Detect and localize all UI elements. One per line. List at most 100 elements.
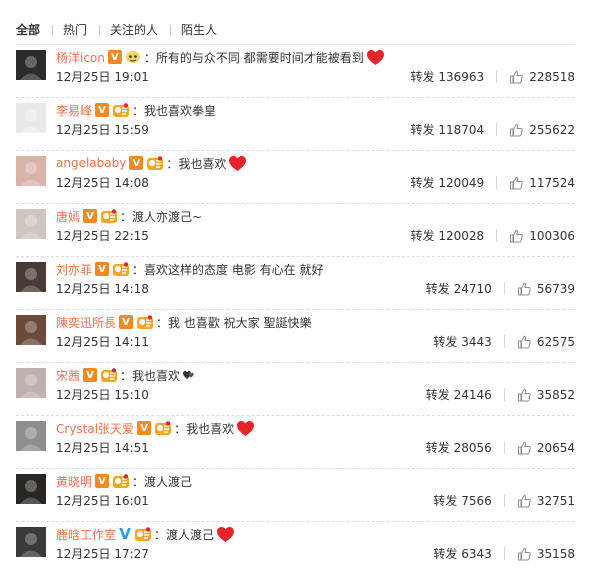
like-button[interactable]: 32751 — [517, 494, 575, 508]
like-count: 62575 — [536, 334, 575, 349]
repost-count: 120028 — [438, 229, 485, 243]
comment-item: 宋茜 V ：我也喜欢 12月25日 15:10 转发 24146 35852 — [16, 363, 575, 416]
repost-button[interactable]: 转发 6343 — [433, 545, 491, 562]
action-divider — [503, 494, 505, 507]
like-button[interactable]: 117524 — [509, 176, 575, 190]
comment-text: 我 也喜歡 祝大家 聖誕快樂 — [168, 315, 312, 330]
tab-all[interactable]: 全部 — [16, 23, 40, 37]
thumbs-up-icon — [517, 441, 531, 454]
comment-text: 所有的与众不同 都需要时间才能被看到 — [155, 50, 364, 65]
tab-following[interactable]: 关注的人 — [110, 23, 158, 37]
thumbs-up-icon — [517, 547, 531, 560]
verified-blue-icon: V — [119, 525, 131, 543]
avatar[interactable] — [16, 527, 46, 557]
comment-time: 12月25日 15:59 — [56, 123, 149, 137]
username-link[interactable]: 陳奕迅所長 — [56, 314, 116, 331]
avatar[interactable] — [16, 103, 46, 133]
username-link[interactable]: 宋茜 — [56, 367, 80, 384]
verified-orange-icon: V — [95, 474, 110, 488]
avatar[interactable] — [16, 50, 46, 80]
action-divider — [496, 123, 498, 136]
repost-button[interactable]: 转发 3443 — [433, 333, 491, 350]
comment-item: 唐嫣 V ：渡人亦渡己~ 12月25日 22:15 转发 120028 100306 — [16, 204, 575, 257]
avatar[interactable] — [16, 474, 46, 504]
username-link[interactable]: Crystal张天爱 — [56, 420, 134, 437]
username-link[interactable]: angelababy — [56, 156, 126, 170]
thumbs-up-icon — [510, 123, 523, 136]
thumbs-up-icon — [517, 388, 531, 401]
username-link[interactable]: 唐嫣 — [56, 208, 80, 225]
thumbs-up-icon — [517, 282, 531, 295]
repost-button[interactable]: 转发 7566 — [433, 492, 491, 509]
comment-item: 李易峰 V ：我也喜欢拳皇 12月25日 15:59 转发 118704 255622 — [16, 98, 575, 151]
like-button[interactable]: 62575 — [517, 335, 575, 349]
colon-separator: ： — [156, 315, 169, 330]
comment-time: 12月25日 14:18 — [56, 282, 149, 296]
comment-text: 渡人渡己 — [144, 474, 193, 489]
colon-separator: ： — [120, 368, 133, 383]
tab-hot[interactable]: 热门 — [63, 23, 87, 37]
username-link[interactable]: 杨洋icon — [56, 49, 105, 66]
action-divider — [503, 388, 505, 401]
comment-item: 黄晓明 V ：渡人渡己 12月25日 16:01 转发 7566 32751 — [16, 469, 575, 522]
avatar[interactable] — [16, 421, 46, 451]
like-count: 32751 — [536, 493, 575, 508]
comment-actions: 转发 28056 20654 — [426, 439, 575, 456]
like-button[interactable]: 255622 — [509, 123, 575, 137]
username-link[interactable]: 黄晓明 — [56, 473, 92, 490]
avatar[interactable] — [16, 368, 46, 398]
comment-time: 12月25日 14:11 — [56, 335, 149, 349]
comment-item: 杨洋icon V ：所有的与众不同 都需要时间才能被看到 12月25日 19:01 转发… — [16, 45, 575, 98]
comment-actions: 转发 7566 32751 — [433, 492, 575, 509]
repost-count: 6343 — [461, 547, 492, 561]
comment-list: 杨洋icon V：所有的与众不同 都需要时间才能被看到 12月25日 19:01 转发… — [16, 45, 575, 573]
red-heart-icon — [229, 155, 247, 171]
repost-button[interactable]: 转发 24710 — [426, 280, 492, 297]
colon-separator: ： — [166, 156, 179, 171]
avatar[interactable] — [16, 156, 46, 186]
red-heart-icon — [366, 49, 384, 65]
comment-text: 喜欢这样的态度 电影 有心在 就好 — [144, 262, 324, 277]
like-button[interactable]: 35158 — [517, 547, 575, 561]
repost-button[interactable]: 转发 120028 — [411, 227, 485, 244]
tab-divider — [99, 24, 101, 36]
action-divider — [503, 441, 505, 454]
repost-button[interactable]: 转发 136963 — [411, 68, 485, 85]
action-divider — [503, 282, 505, 295]
like-button[interactable]: 20654 — [517, 441, 575, 455]
comment-item: angelababy V ：我也喜欢 12月25日 14:08 转发 120049 117… — [16, 151, 575, 204]
avatar[interactable] — [16, 209, 46, 239]
repost-count: 24146 — [453, 388, 492, 402]
avatar[interactable] — [16, 315, 46, 345]
comment-body: 杨洋icon V ：所有的与众不同 都需要时间才能被看到 — [56, 48, 385, 66]
repost-label: 转发 — [410, 176, 435, 190]
colon-separator: ： — [120, 209, 133, 224]
thumbs-up-icon — [517, 494, 531, 507]
verified-orange-icon: V — [137, 421, 152, 435]
like-button[interactable]: 35852 — [517, 388, 575, 402]
verified-orange-icon: V — [107, 50, 122, 64]
verified-orange-icon: V — [83, 368, 98, 382]
comment-text: 渡人渡己 — [166, 527, 215, 542]
verified-orange-icon: V — [129, 156, 144, 170]
tab-strangers[interactable]: 陌生人 — [181, 23, 217, 37]
username-link[interactable]: 李易峰 — [56, 102, 92, 119]
comment-body: 刘亦菲 V ：喜欢这样的态度 电影 有心在 就好 — [56, 260, 323, 278]
repost-button[interactable]: 转发 24146 — [426, 386, 492, 403]
like-button[interactable]: 100306 — [509, 229, 575, 243]
like-button[interactable]: 56739 — [517, 282, 575, 296]
repost-count: 120049 — [438, 176, 485, 190]
avatar[interactable] — [16, 262, 46, 292]
action-divider — [503, 335, 505, 348]
repost-button[interactable]: 转发 120049 — [411, 174, 485, 191]
verified-orange-icon: V — [95, 103, 110, 117]
repost-button[interactable]: 转发 28056 — [426, 439, 492, 456]
repost-button[interactable]: 转发 118704 — [411, 121, 485, 138]
verified-orange-icon: V — [119, 315, 134, 329]
comment-actions: 转发 3443 62575 — [433, 333, 575, 350]
like-button[interactable]: 228518 — [509, 70, 575, 84]
comment-actions: 转发 118704 255622 — [411, 121, 575, 138]
username-link[interactable]: 鹿晗工作室 — [56, 526, 116, 543]
username-link[interactable]: 刘亦菲 — [56, 261, 92, 278]
comment-time: 12月25日 14:51 — [56, 441, 149, 455]
